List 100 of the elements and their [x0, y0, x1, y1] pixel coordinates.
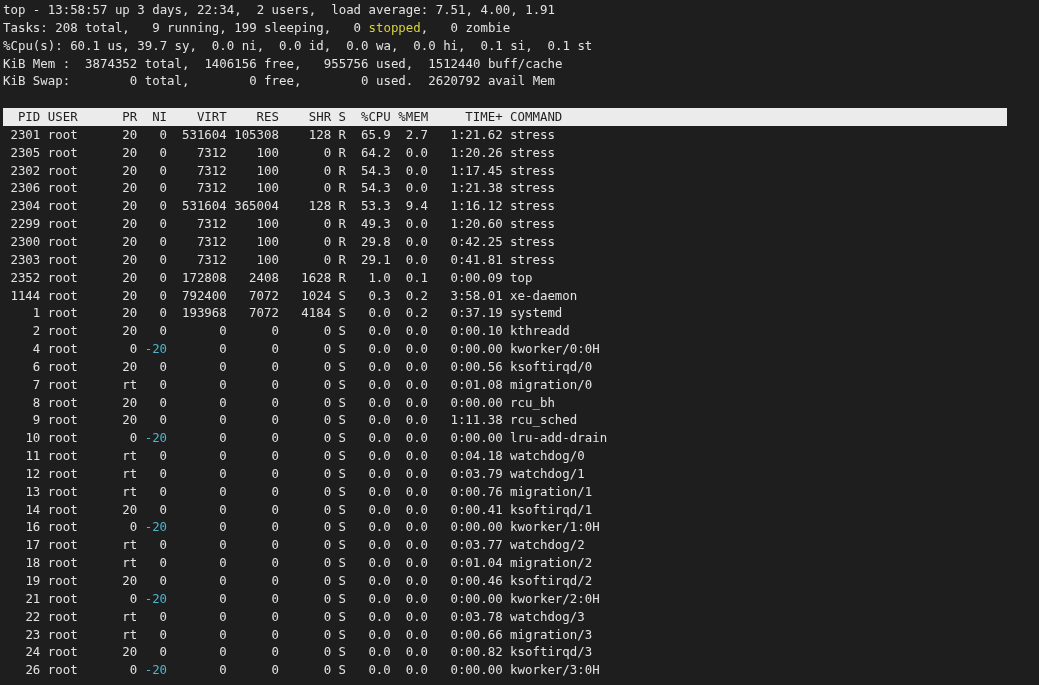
table-cell-text: 0.0	[404, 589, 429, 608]
table-cell: R	[338, 268, 347, 287]
table-cell-text: 6	[31, 357, 41, 376]
table-cell: S	[338, 500, 347, 519]
table-cell-text: 2306	[9, 179, 41, 198]
table-cell-text: 0	[158, 161, 168, 180]
table-cell: S	[338, 572, 347, 590]
table-cell-text: 20	[121, 357, 138, 376]
table-cell: rcu_sched	[510, 411, 578, 430]
table-cell-text: 0	[218, 536, 227, 555]
table-cell-text: 0.1	[404, 268, 429, 287]
table-cell: migration/2	[510, 554, 593, 572]
table-cell-text: 0.0	[404, 179, 429, 198]
table-cell: kworker/3:0H	[510, 661, 600, 680]
table-cell-text: 20	[121, 643, 138, 662]
table-cell-text: 0	[270, 447, 279, 465]
table-cell-text: root	[47, 286, 79, 305]
table-cell: stress	[510, 179, 555, 198]
table-cell-text: 0.0	[404, 500, 429, 519]
table-cell-text: 0.0	[367, 411, 391, 430]
table-cell-text: 0.2	[404, 304, 429, 323]
table-cell-text: 7312	[195, 179, 227, 198]
table-cell-text: 21	[24, 589, 41, 608]
table-cell: S	[338, 589, 347, 608]
table-cell-text: 0:03.79	[449, 464, 503, 483]
table-cell-text: 20	[121, 215, 138, 233]
table-cell-text: 0	[322, 340, 332, 358]
table-cell-text: 0	[322, 143, 332, 162]
table-cell-text: 23	[24, 625, 41, 644]
table-cell-text: 1:21.62	[449, 125, 503, 144]
table-cell-text: 0	[322, 393, 332, 412]
table-cell-text: 0	[218, 572, 227, 590]
table-cell-text: 0.0	[404, 250, 429, 269]
table-cell-text: 20	[121, 304, 138, 323]
table-cell-text: 0.0	[404, 607, 429, 626]
summary-line: Tasks: 208 total, 9 running, 199 sleeping, 0 stopped, 0 zombie	[3, 18, 512, 37]
table-cell-text: 0.0	[367, 607, 391, 626]
table-cell-text: 0	[218, 500, 227, 519]
table-cell-text: 0	[270, 607, 279, 626]
table-cell-text: 0.0	[367, 625, 391, 644]
table-cell-text: 0	[270, 322, 279, 341]
table-cell-text: 14	[24, 500, 41, 519]
table-cell-text: 2305	[9, 143, 41, 162]
table-cell: S	[338, 375, 347, 394]
column-header: RES	[255, 108, 279, 126]
table-cell: ksoftirqd/1	[510, 500, 593, 519]
summary-line: top - 13:58:57 up 3 days, 22:34, 2 users, load average: 7.51, 4.00, 1.91	[3, 1, 557, 19]
table-cell-text: 0.0	[367, 393, 391, 412]
table-cell-text: 0	[322, 625, 332, 644]
table-cell-text: 20	[121, 197, 138, 216]
table-cell-text: 0.0	[367, 589, 391, 608]
table-cell-text: 0	[158, 268, 168, 287]
table-cell-text: 18	[24, 554, 41, 572]
table-cell-text: 0	[322, 250, 332, 269]
table-cell-text: 1:17.45	[449, 161, 503, 180]
table-cell-text: 128	[307, 197, 332, 216]
table-cell-text: root	[47, 340, 79, 358]
table-cell-text: 0	[322, 518, 332, 537]
table-cell-text: 2302	[9, 161, 41, 180]
table-cell-text: 64.2	[359, 143, 391, 162]
table-cell-text: 0	[270, 643, 279, 662]
table-cell-text: 0	[270, 500, 279, 519]
table-cell-text: 0	[322, 464, 332, 483]
table-cell: S	[338, 482, 347, 501]
table-cell-text: 1	[31, 304, 41, 323]
table-cell: systemd	[510, 304, 563, 323]
table-cell: kworker/1:0H	[510, 518, 600, 537]
table-cell-text: 7072	[248, 304, 279, 323]
table-cell-text: 0	[322, 215, 332, 233]
table-cell-text: 0	[158, 125, 168, 144]
table-cell-text: 0.0	[367, 340, 391, 358]
table-cell: stress	[510, 125, 555, 144]
table-cell-text: 0	[158, 357, 168, 376]
table-cell-text: 0	[218, 340, 227, 358]
table-cell-text: 0	[158, 411, 168, 430]
table-cell-text: root	[47, 268, 79, 287]
column-header: SHR	[307, 108, 332, 126]
table-cell-text: 2352	[9, 268, 41, 287]
table-cell: S	[338, 536, 347, 555]
table-cell: watchdog/3	[510, 607, 585, 626]
table-cell-text: 16	[24, 518, 41, 537]
table-cell-text: 54.3	[359, 179, 391, 198]
table-cell-text: 0.0	[404, 322, 429, 341]
table-cell-text: 0	[158, 304, 168, 323]
table-cell-text: root	[47, 589, 79, 608]
table-cell: S	[338, 322, 347, 341]
table-cell-text: 20	[121, 161, 138, 180]
table-cell-text: 0.0	[367, 661, 391, 680]
table-cell-text: 1:20.60	[449, 215, 503, 233]
table-cell: -20	[144, 661, 168, 680]
table-cell-text: 0	[270, 464, 279, 483]
summary-line: KiB Mem : 3874352 total, 1406156 free, 955756 used, 1512440 buff/cache	[3, 54, 564, 73]
table-cell-text: 0:41.81	[449, 250, 503, 269]
table-cell-text: 0	[270, 357, 279, 376]
table-cell-text: 2	[31, 322, 41, 341]
table-cell-text: 0	[218, 661, 227, 680]
table-cell-text: 20	[121, 125, 138, 144]
table-cell: top	[510, 268, 533, 287]
table-cell-text: rt	[121, 554, 138, 572]
table-cell-text: 0	[158, 536, 168, 555]
